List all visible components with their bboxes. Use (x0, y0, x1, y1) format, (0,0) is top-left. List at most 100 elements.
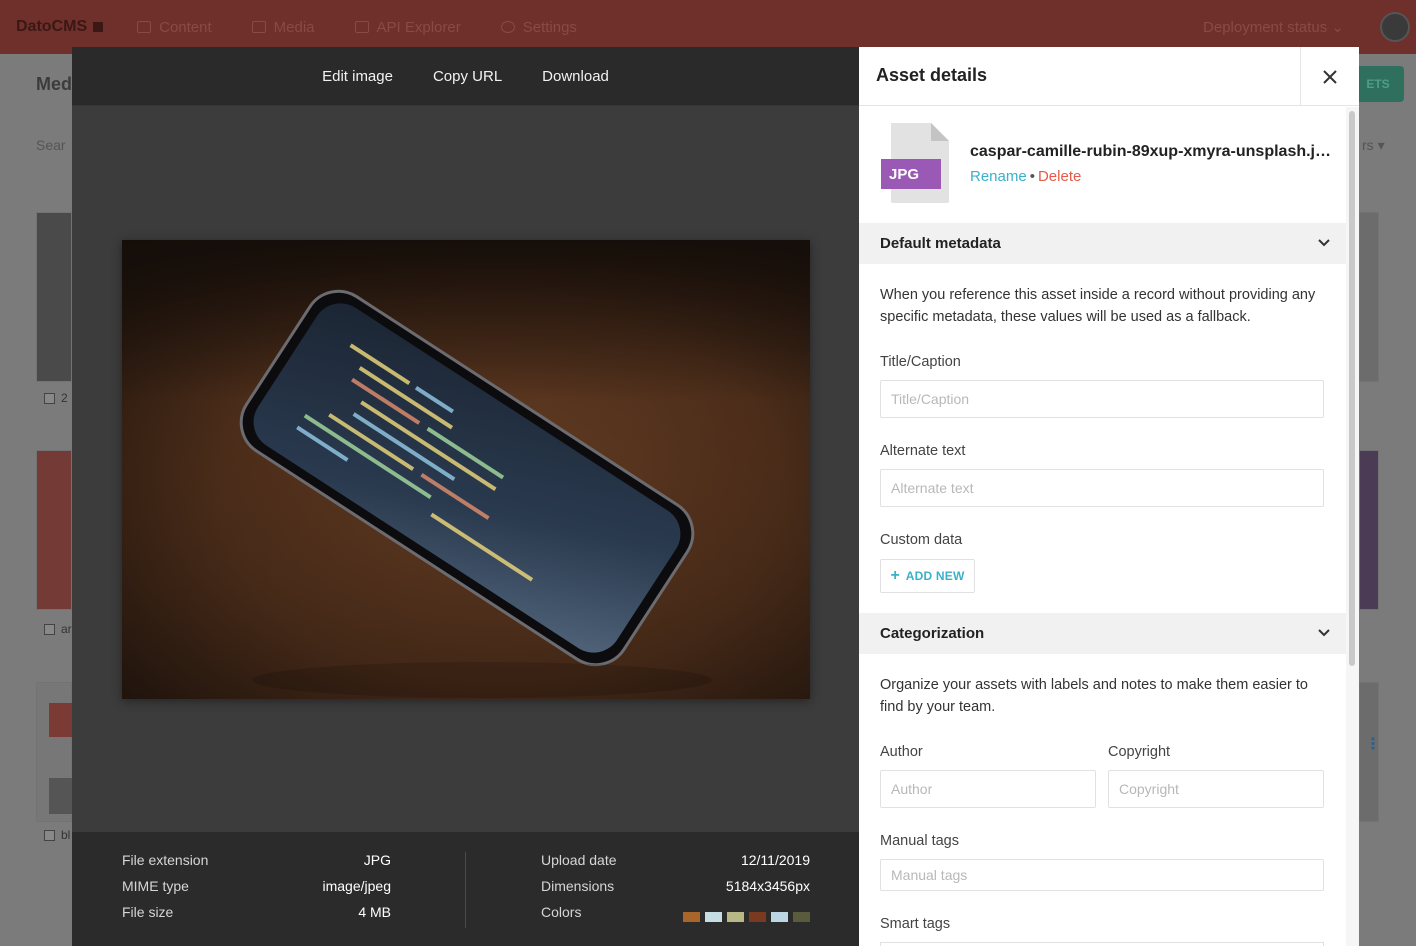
asset-select-checkbox[interactable] (44, 624, 55, 635)
info-row-upload-date: Upload date 12/11/2019 (541, 852, 810, 878)
info-row-file-extension: File extension JPG (122, 852, 391, 878)
plus-icon: + (890, 567, 900, 584)
info-value: 5184x3456px (725, 878, 810, 894)
panel-scrollbar[interactable] (1346, 107, 1359, 946)
asset-info-bar: File extension JPG MIME type image/jpeg Fi… (72, 832, 859, 946)
user-avatar[interactable] (1380, 12, 1410, 42)
info-label: File extension (122, 852, 209, 868)
categorization-description: Organize your assets with labels and not… (880, 677, 1308, 715)
color-swatch (771, 912, 788, 922)
panel-title: Asset details (876, 65, 988, 85)
default-metadata-section-toggle[interactable]: Default metadata (859, 223, 1346, 264)
color-swatch (683, 912, 700, 922)
gear-icon (500, 21, 515, 33)
asset-card-thumbnail[interactable] (36, 212, 72, 382)
image-viewer: Edit image Copy URL Download File extens… (72, 47, 859, 946)
api-icon (354, 21, 369, 33)
page-title: Med (36, 74, 72, 94)
copyright-input[interactable] (1108, 770, 1324, 808)
delete-link[interactable]: Delete (1038, 168, 1081, 185)
info-value: JPG (363, 852, 391, 868)
author-label: Author (880, 744, 923, 760)
file-type-icon: JPG (879, 121, 951, 205)
asset-details-panel: Asset details JPG caspar-camille-rubin-8… (859, 47, 1359, 946)
copy-url-button[interactable]: Copy URL (433, 68, 502, 85)
info-column-image: Upload date 12/11/2019 Dimensions 5184x345… (541, 852, 810, 930)
rename-link[interactable]: Rename (970, 168, 1027, 185)
search-label: Sear (36, 137, 66, 153)
color-swatch (749, 912, 766, 922)
more-options-icon[interactable]: ⋮ (1365, 734, 1381, 754)
custom-data-label: Custom data (880, 532, 963, 548)
asset-card-thumbnail[interactable] (1359, 450, 1379, 610)
image-icon (251, 21, 266, 33)
smart-tags-label: Smart tags (880, 916, 951, 932)
title-caption-label: Title/Caption (880, 354, 961, 370)
color-swatch (793, 912, 810, 922)
close-icon (1323, 69, 1337, 84)
info-row-colors: Colors (541, 904, 810, 930)
info-label: Upload date (541, 852, 617, 868)
edit-image-button[interactable]: Edit image (322, 68, 393, 85)
sort-dropdown[interactable]: rs ▾ (1362, 137, 1385, 154)
upload-assets-button[interactable]: ETS (1352, 66, 1404, 102)
title-caption-input[interactable] (880, 380, 1324, 418)
color-swatches (683, 904, 810, 930)
file-type-badge: JPG (889, 166, 920, 183)
manual-tags-label: Manual tags (880, 833, 959, 849)
nav-item-media[interactable]: Media (251, 18, 315, 36)
author-input[interactable] (880, 770, 1096, 808)
app-logo[interactable]: DatoCMS (16, 18, 104, 36)
asset-select-checkbox[interactable] (44, 830, 55, 841)
alternate-text-input[interactable] (880, 469, 1324, 507)
asset-card-thumbnail[interactable] (36, 450, 72, 610)
copyright-label: Copyright (1108, 744, 1171, 760)
separator: • (1029, 168, 1035, 185)
asset-card-thumbnail-detail (49, 778, 72, 814)
panel-header: Asset details (859, 47, 1359, 106)
alternate-text-label: Alternate text (880, 443, 966, 459)
info-label: Dimensions (541, 878, 615, 894)
asset-select-checkbox[interactable] (44, 393, 55, 404)
info-label: MIME type (122, 878, 189, 894)
info-row-file-size: File size 4 MB (122, 904, 391, 930)
color-swatch (727, 912, 744, 922)
nav-item-content[interactable]: Content (137, 19, 212, 36)
external-link-icon (93, 22, 104, 32)
info-value: 12/11/2019 (740, 852, 810, 868)
add-new-label: ADD NEW (905, 569, 965, 583)
info-label: Colors (541, 904, 582, 920)
chevron-down-icon: ⌄ (1331, 19, 1344, 36)
add-custom-data-button[interactable]: + ADD NEW (880, 559, 975, 593)
info-label: File size (122, 904, 174, 920)
asset-card-thumbnail[interactable] (1359, 212, 1379, 382)
pencil-icon (137, 21, 152, 33)
file-name: caspar-camille-rubin-89xup-xmyra-unsplas… (970, 143, 1332, 160)
chevron-down-icon (1318, 239, 1330, 247)
close-button[interactable] (1300, 47, 1359, 106)
nav-item-settings[interactable]: Settings (500, 19, 577, 36)
info-row-mime-type: MIME type image/jpeg (122, 878, 391, 904)
info-divider (465, 852, 466, 928)
download-button[interactable]: Download (542, 68, 609, 85)
color-swatch (705, 912, 722, 922)
viewer-toolbar: Edit image Copy URL Download (72, 47, 859, 106)
asset-card-label: ar (61, 622, 72, 636)
default-metadata-description: When you reference this asset inside a r… (880, 287, 1316, 325)
section-title: Categorization (880, 625, 985, 642)
manual-tags-input[interactable] (880, 859, 1324, 891)
chevron-down-icon (1318, 629, 1330, 637)
categorization-section-toggle[interactable]: Categorization (859, 613, 1346, 654)
asset-image-preview[interactable] (122, 240, 810, 699)
deployment-status-dropdown[interactable]: Deployment status ⌄ (1203, 18, 1344, 36)
file-actions: Rename • Delete (970, 168, 1081, 185)
nav-item-api-explorer[interactable]: API Explorer (354, 19, 461, 36)
app-logo-text: DatoCMS (16, 18, 88, 35)
scrollbar-thumb[interactable] (1349, 111, 1355, 666)
sort-label: rs (1362, 137, 1374, 153)
info-value: image/jpeg (322, 878, 392, 894)
asset-card-thumbnail-detail (49, 703, 72, 737)
nav-item-label: Media (273, 18, 315, 36)
smart-tags-field[interactable] (880, 942, 1324, 946)
info-value: 4 MB (358, 904, 391, 920)
